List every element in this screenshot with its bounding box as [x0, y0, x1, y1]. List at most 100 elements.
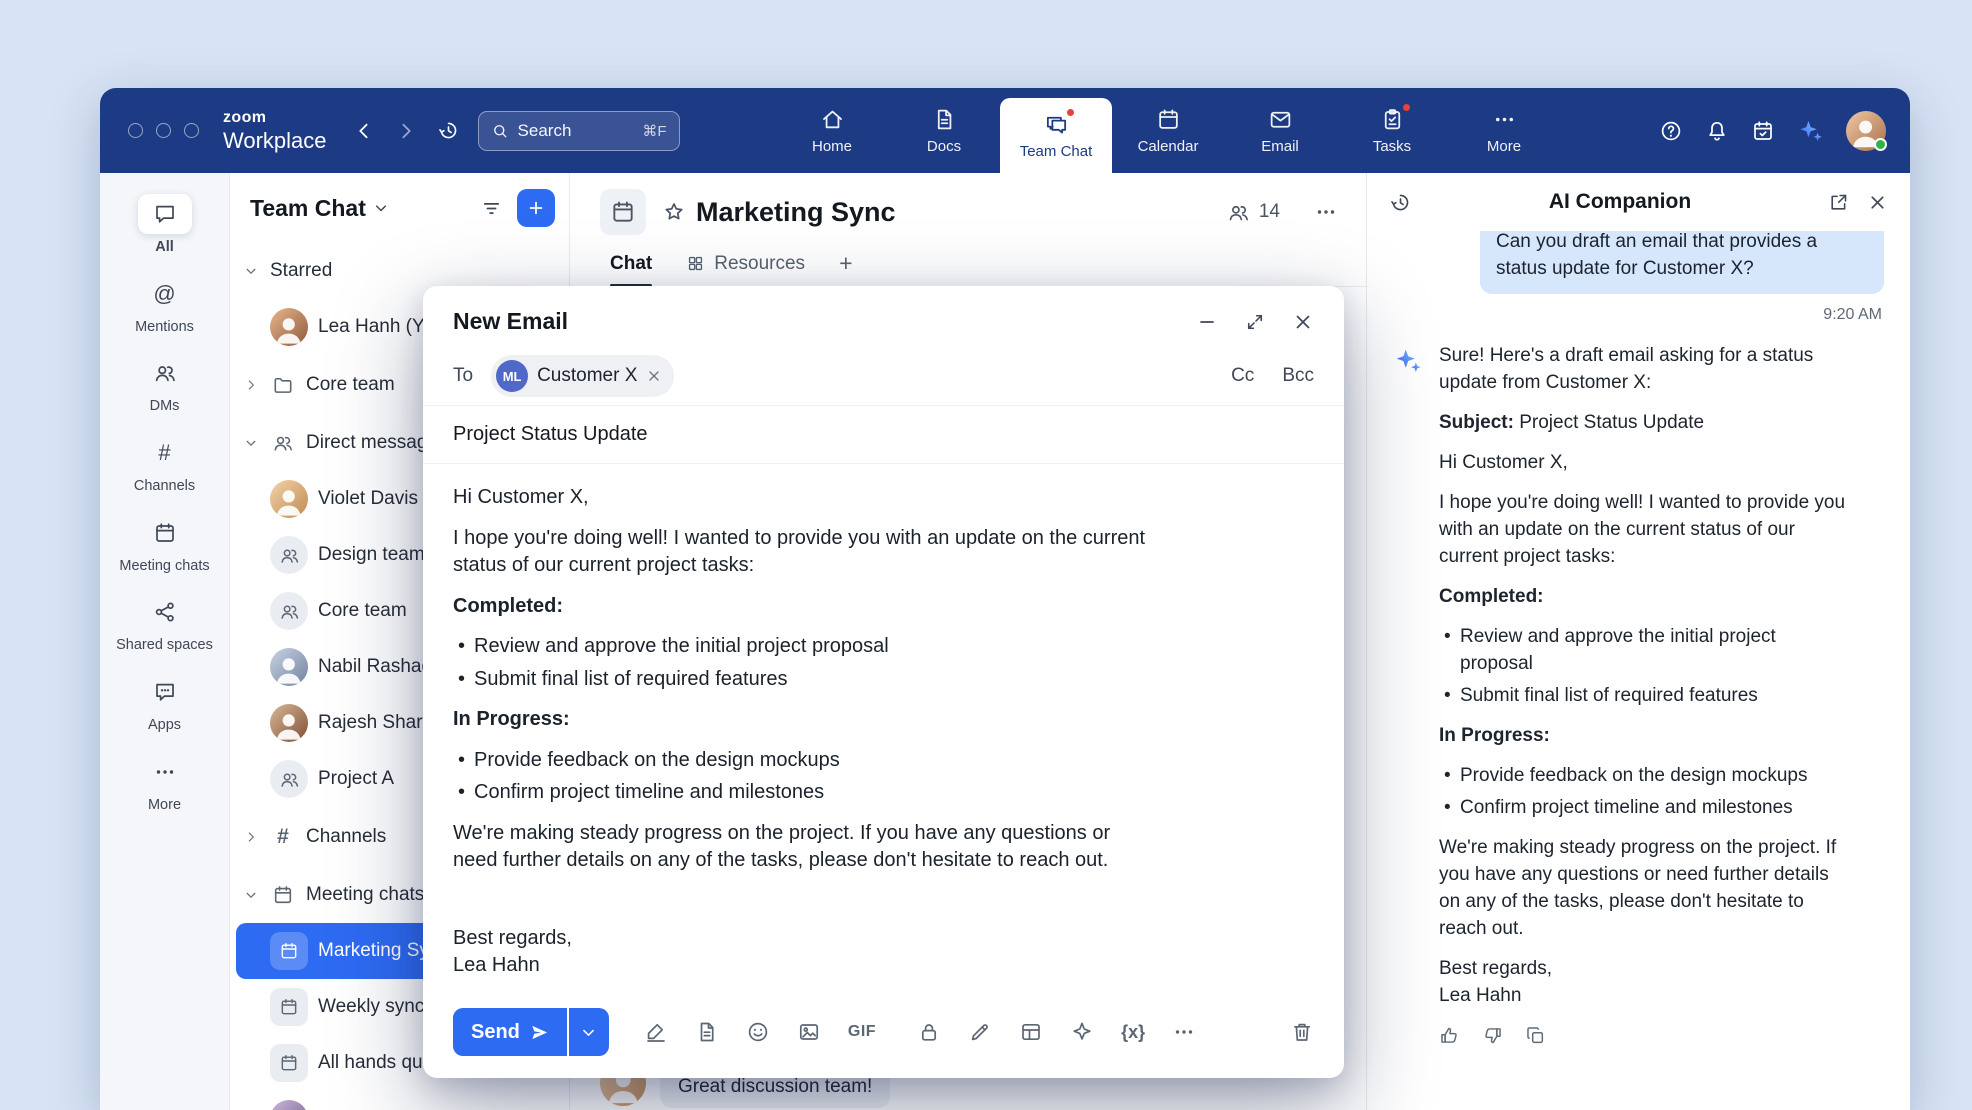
meeting-chat-icon	[270, 988, 308, 1026]
minimize-window-button[interactable]	[156, 123, 171, 138]
ai-completed-label: Completed:	[1439, 583, 1853, 610]
rail-item-dms[interactable]: DMs	[106, 344, 223, 424]
help-button[interactable]	[1659, 119, 1683, 143]
emoji-button[interactable]	[746, 1020, 770, 1044]
fullscreen-window-button[interactable]	[184, 123, 199, 138]
expand-icon[interactable]	[1245, 312, 1265, 332]
member-count: 14	[1259, 201, 1280, 223]
dms-icon	[138, 353, 192, 393]
chat-item-lea-rajesh[interactable]: Lea/Rajesh 1:1	[230, 1091, 569, 1110]
logo-workplace-text: Workplace	[223, 130, 327, 152]
email-inprogress-list: Provide feedback on the design mockups C…	[455, 747, 1153, 807]
profile-menu[interactable]	[1846, 111, 1886, 151]
team-chat-icon	[1044, 111, 1069, 137]
cc-button[interactable]: Cc	[1231, 365, 1254, 387]
list-item: Submit final list of required features	[1441, 682, 1853, 709]
rail-item-meeting-chats[interactable]: Meeting chats	[106, 504, 223, 584]
notifications-button[interactable]	[1705, 119, 1729, 143]
tab-team-chat[interactable]: Team Chat	[1000, 98, 1112, 173]
email-icon	[1268, 106, 1293, 132]
search-placeholder: Search	[518, 121, 634, 141]
minimize-icon[interactable]	[1196, 311, 1218, 333]
tab-more[interactable]: More	[1448, 88, 1560, 173]
email-to-row[interactable]: To ML Customer X Cc Bcc	[423, 347, 1344, 406]
filter-button[interactable]	[480, 197, 503, 220]
group-icon	[270, 592, 308, 630]
team-chat-dropdown[interactable]	[373, 200, 389, 216]
group-icon	[270, 760, 308, 798]
caret-right-icon[interactable]	[242, 378, 260, 392]
close-panel-button[interactable]	[1867, 192, 1888, 213]
ai-companion-button[interactable]	[1797, 117, 1824, 144]
close-window-button[interactable]	[128, 123, 143, 138]
topbar: zoom Workplace Search ⌘F Home	[100, 88, 1910, 173]
email-para2: We're making steady progress on the proj…	[453, 820, 1153, 875]
encrypt-button[interactable]	[917, 1020, 941, 1044]
template-button[interactable]	[1019, 1020, 1043, 1044]
variables-button[interactable]: {x}	[1121, 1022, 1145, 1043]
discard-draft-button[interactable]	[1290, 1020, 1314, 1044]
tab-docs[interactable]: Docs	[888, 88, 1000, 173]
edit-button[interactable]	[968, 1020, 992, 1044]
ai-inprogress-label: In Progress:	[1439, 722, 1853, 749]
send-options-button[interactable]	[569, 1008, 609, 1056]
list-item: Provide feedback on the design mockups	[455, 747, 1153, 775]
star-channel-button[interactable]	[662, 200, 686, 224]
rail-item-apps[interactable]: Apps	[106, 663, 223, 743]
email-body-editor[interactable]: Hi Customer X, I hope you're doing well!…	[423, 464, 1183, 980]
more-icon	[1492, 106, 1517, 132]
rail-item-all[interactable]: All	[106, 185, 223, 265]
caret-down-icon[interactable]	[242, 264, 260, 278]
ai-sparkle-icon	[1393, 342, 1424, 1009]
close-icon[interactable]	[1292, 311, 1314, 333]
email-toolbar: Send GIF {x}	[423, 1008, 1344, 1078]
channel-header: Marketing Sync 14	[570, 173, 1366, 241]
tab-chat[interactable]: Chat	[610, 241, 652, 286]
remove-recipient-icon[interactable]	[646, 368, 662, 384]
bcc-button[interactable]: Bcc	[1282, 365, 1314, 387]
ai-companion-panel: AI Companion Can you draft an email that…	[1366, 173, 1910, 1110]
attach-file-button[interactable]	[695, 1020, 719, 1044]
caret-down-icon[interactable]	[242, 888, 260, 902]
tab-resources[interactable]: Resources	[686, 241, 805, 286]
channel-more-button[interactable]	[1314, 200, 1338, 224]
open-in-new-button[interactable]	[1828, 192, 1849, 213]
rail-item-channels[interactable]: # Channels	[106, 424, 223, 504]
caret-right-icon[interactable]	[242, 830, 260, 844]
search-input[interactable]: Search ⌘F	[478, 111, 680, 151]
recipient-chip[interactable]: ML Customer X	[491, 355, 674, 397]
caret-down-icon[interactable]	[242, 436, 260, 450]
tab-email[interactable]: Email	[1224, 88, 1336, 173]
tab-tasks[interactable]: Tasks	[1336, 88, 1448, 173]
insert-image-button[interactable]	[797, 1020, 821, 1044]
ai-history-button[interactable]	[1389, 191, 1412, 214]
avatar	[270, 308, 308, 346]
ai-subject-line: Subject: Project Status Update	[1439, 409, 1853, 436]
send-button[interactable]: Send	[453, 1008, 567, 1056]
meeting-chat-badge-icon	[600, 189, 646, 235]
rail-item-more[interactable]: More	[106, 743, 223, 823]
back-button[interactable]	[353, 120, 375, 142]
ai-header-actions	[1828, 192, 1888, 213]
tab-calendar[interactable]: Calendar	[1112, 88, 1224, 173]
rail-item-shared-spaces[interactable]: Shared spaces	[106, 583, 223, 663]
meeting-chat-icon	[270, 932, 308, 970]
thumbs-down-button[interactable]	[1482, 1025, 1503, 1046]
recent-history-button[interactable]	[437, 119, 460, 142]
upcoming-meetings-button[interactable]	[1751, 119, 1775, 143]
channel-members[interactable]: 14	[1227, 201, 1280, 224]
gif-button[interactable]: GIF	[848, 1023, 876, 1041]
copy-button[interactable]	[1525, 1025, 1546, 1046]
thumbs-up-button[interactable]	[1439, 1025, 1460, 1046]
toolbar-more-button[interactable]	[1172, 1020, 1196, 1044]
ai-compose-button[interactable]	[1070, 1020, 1094, 1044]
screen: zoom Workplace Search ⌘F Home	[0, 0, 1972, 1110]
subject-field[interactable]: Project Status Update	[423, 406, 1344, 464]
rail-item-mentions[interactable]: @ Mentions	[106, 265, 223, 345]
add-tab-button[interactable]: +	[839, 250, 852, 277]
forward-button[interactable]	[395, 120, 417, 142]
new-chat-button[interactable]	[517, 189, 555, 227]
signature-button[interactable]	[644, 1020, 668, 1044]
tab-home[interactable]: Home	[776, 88, 888, 173]
docs-icon	[932, 106, 957, 132]
